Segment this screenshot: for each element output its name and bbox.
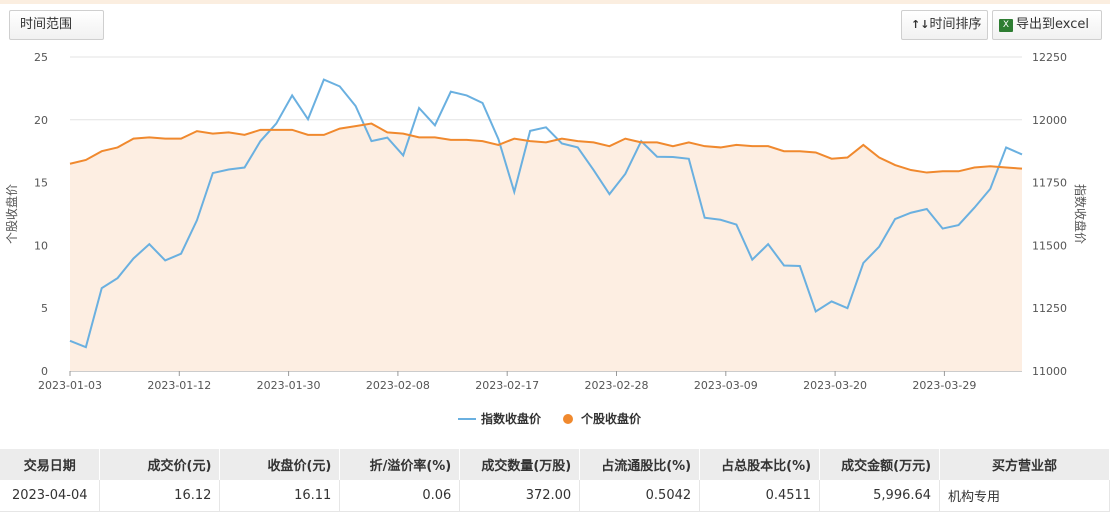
time-sort-button[interactable]: ↑↓时间排序 <box>901 10 988 40</box>
x-tick-label: 2023-01-03 <box>38 379 102 392</box>
cell-buyer-branch: 机构专用 <box>939 480 1110 512</box>
time-sort-label: 时间排序 <box>929 17 982 32</box>
price-chart: 0 5 10 15 20 25 11000 11250 11500 11750 12000 12250… <box>4 51 1088 426</box>
right-tick-label: 11250 <box>1032 302 1067 315</box>
header-float-ratio: 占流通股比(%) <box>579 449 701 480</box>
right-tick-label: 11750 <box>1032 177 1067 190</box>
time-range-button[interactable]: 时间范围 <box>9 10 104 40</box>
header-volume: 成交数量(万股) <box>459 449 581 480</box>
cell-deal-price: 16.12 <box>99 480 221 512</box>
x-tick-label: 2023-02-08 <box>366 379 430 392</box>
header-trade-date: 交易日期 <box>0 449 101 480</box>
left-tick-label: 20 <box>34 114 48 127</box>
x-tick-label: 2023-03-09 <box>694 379 758 392</box>
right-tick-label: 12250 <box>1032 51 1067 64</box>
cell-amount: 5,996.64 <box>819 480 941 512</box>
left-axis-title: 个股收盘价 <box>4 184 19 244</box>
left-tick-label: 5 <box>41 302 48 315</box>
right-tick-label: 12000 <box>1032 114 1067 127</box>
x-tick-label: 2023-02-28 <box>585 379 649 392</box>
header-amount: 成交金额(万元) <box>819 449 941 480</box>
x-tick-label: 2023-01-30 <box>257 379 321 392</box>
legend-index-label: 指数收盘价 <box>481 411 542 426</box>
header-close-price: 收盘价(元) <box>219 449 341 480</box>
time-range-label: 时间范围 <box>20 17 73 32</box>
left-tick-label: 15 <box>34 177 48 190</box>
cell-premium-rate: 0.06 <box>339 480 461 512</box>
legend: 指数收盘价 个股收盘价 <box>458 411 642 426</box>
left-tick-label: 10 <box>34 239 48 252</box>
cell-total-ratio: 0.4511 <box>699 480 821 512</box>
header-premium-rate: 折/溢价率(%) <box>339 449 461 480</box>
x-tick-label: 2023-01-12 <box>147 379 211 392</box>
left-tick-label: 25 <box>34 51 48 64</box>
legend-stock-swatch <box>563 414 573 424</box>
table-row: 2023-04-04 16.12 16.11 0.06 372.00 0.504… <box>0 480 1110 512</box>
cell-trade-date: 2023-04-04 <box>0 480 101 512</box>
export-excel-label: 导出到excel <box>1016 17 1089 32</box>
table-header-row: 交易日期 成交价(元) 收盘价(元) 折/溢价率(%) 成交数量(万股) 占流通… <box>0 449 1110 480</box>
header-buyer-branch: 买方营业部 <box>939 449 1110 480</box>
x-tick-label: 2023-02-17 <box>475 379 539 392</box>
export-excel-button[interactable]: X 导出到excel <box>992 10 1102 40</box>
legend-stock-label: 个股收盘价 <box>580 411 642 426</box>
right-tick-label: 11500 <box>1032 239 1067 252</box>
right-tick-label: 11000 <box>1032 365 1067 378</box>
top-accent-line <box>0 0 1110 4</box>
x-tick-label: 2023-03-29 <box>912 379 976 392</box>
cell-float-ratio: 0.5042 <box>579 480 701 512</box>
cell-close-price: 16.11 <box>219 480 341 512</box>
header-deal-price: 成交价(元) <box>99 449 221 480</box>
header-total-ratio: 占总股本比(%) <box>699 449 821 480</box>
right-axis-title: 指数收盘价 <box>1073 184 1088 244</box>
cell-volume: 372.00 <box>459 480 581 512</box>
excel-icon: X <box>999 18 1013 32</box>
left-tick-label: 0 <box>41 365 48 378</box>
trade-table: 交易日期 成交价(元) 收盘价(元) 折/溢价率(%) 成交数量(万股) 占流通… <box>0 449 1110 512</box>
x-tick-label: 2023-03-20 <box>803 379 867 392</box>
sort-arrows-icon: ↑↓ <box>911 18 930 31</box>
